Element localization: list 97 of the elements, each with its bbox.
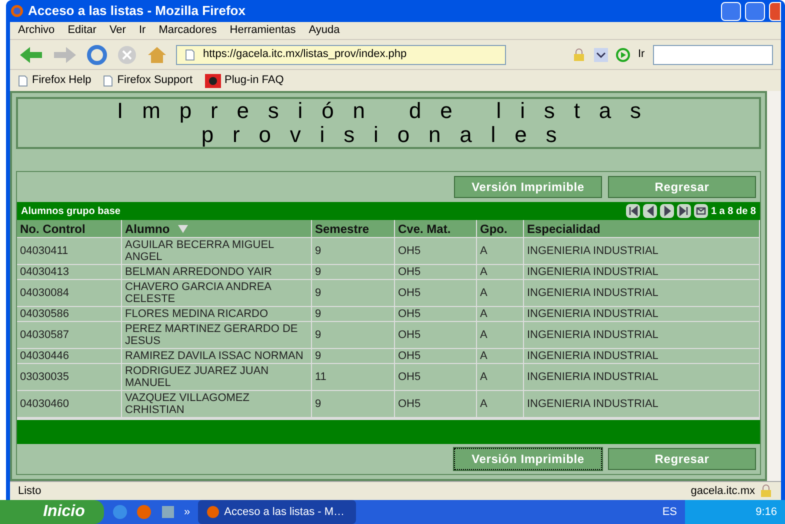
- table-cell: 9: [312, 349, 395, 363]
- table-cell: 9: [312, 265, 395, 279]
- status-host: gacela.itc.mx: [690, 484, 755, 499]
- dropdown-icon[interactable]: [594, 48, 608, 62]
- go-label[interactable]: Ir: [638, 46, 645, 63]
- column-header[interactable]: Especialidad: [524, 220, 760, 237]
- envelope-icon[interactable]: [694, 204, 708, 218]
- address-field[interactable]: https://gacela.itc.mx/listas_prov/index.php: [176, 44, 506, 64]
- table-cell: INGENIERIA INDUSTRIAL: [524, 391, 760, 417]
- table-cell: A: [477, 265, 524, 279]
- table-cell: INGENIERIA INDUSTRIAL: [524, 307, 760, 321]
- table-cell: 9: [312, 307, 395, 321]
- start-button[interactable]: Inicio: [0, 500, 104, 524]
- page-icon: [185, 48, 195, 60]
- table-cell: 9: [312, 391, 395, 417]
- table-cell: AGUILAR BECERRA MIGUEL ANGEL: [122, 238, 312, 264]
- more-chevron[interactable]: »: [184, 504, 190, 520]
- table-cell: A: [477, 391, 524, 417]
- table-cell: OH5: [395, 322, 477, 348]
- table-cell: CHAVERO GARCIA ANDREA CELESTE: [122, 280, 312, 306]
- table-cell: A: [477, 280, 524, 306]
- table-cell: A: [477, 349, 524, 363]
- grid-caption: Alumnos grupo base: [21, 204, 122, 218]
- taskbar-task[interactable]: Acceso a las listas - M…: [198, 500, 356, 524]
- table-cell: RAMIREZ DAVILA ISSAC NORMAN: [122, 349, 312, 363]
- lock-icon: [759, 484, 773, 498]
- plugin-icon: [204, 74, 220, 88]
- table-cell: 9: [312, 322, 395, 348]
- clock: 9:16: [756, 504, 777, 520]
- table-cell: 04030084: [17, 280, 122, 306]
- menu-item[interactable]: Herramientas: [230, 22, 296, 39]
- table-cell: INGENIERIA INDUSTRIAL: [524, 364, 760, 390]
- pager-count: 1 a 8 de 8: [710, 204, 756, 218]
- table-cell: OH5: [395, 265, 477, 279]
- window-title: Acceso a las listas - Mozilla Firefox: [28, 2, 246, 20]
- go-icon[interactable]: [616, 48, 630, 62]
- table-cell: INGENIERIA INDUSTRIAL: [524, 238, 760, 264]
- search-field[interactable]: [652, 44, 773, 64]
- table-cell: 9: [312, 238, 395, 264]
- table-cell: FLORES MEDINA RICARDO: [122, 307, 312, 321]
- back-arrow-icon[interactable]: [18, 44, 44, 64]
- menu-item[interactable]: Ir: [138, 22, 146, 39]
- pager-next-icon[interactable]: [660, 204, 674, 218]
- column-header[interactable]: Alumno: [122, 220, 312, 237]
- table-cell: 9: [312, 280, 395, 306]
- column-header[interactable]: Semestre: [312, 220, 395, 237]
- menu-item[interactable]: Editar: [68, 22, 96, 39]
- language-indicator[interactable]: ES: [662, 504, 677, 520]
- quick-launch-icon[interactable]: [160, 504, 176, 520]
- table-cell: OH5: [395, 391, 477, 417]
- table-cell: 04030413: [17, 265, 122, 279]
- table-cell: 03030035: [17, 364, 122, 390]
- menu-item[interactable]: Ayuda: [308, 22, 340, 39]
- table-cell: OH5: [395, 307, 477, 321]
- table-cell: OH5: [395, 280, 477, 306]
- menu-item[interactable]: Marcadores: [158, 22, 217, 39]
- table-cell: A: [477, 322, 524, 348]
- table-cell: A: [477, 238, 524, 264]
- column-header[interactable]: Cve. Mat.: [395, 220, 477, 237]
- table-cell: 04030586: [17, 307, 122, 321]
- scrollbar[interactable]: [767, 91, 781, 481]
- maximize-button[interactable]: [745, 2, 765, 20]
- menu-item[interactable]: Ver: [109, 22, 126, 39]
- pager-prev-icon[interactable]: [642, 204, 657, 218]
- pager-first-icon[interactable]: [626, 204, 640, 218]
- page-icon: [18, 74, 28, 86]
- page-icon: [103, 74, 114, 86]
- table-cell: INGENIERIA INDUSTRIAL: [524, 349, 760, 363]
- table-cell: 11: [312, 364, 395, 390]
- table-cell: PEREZ MARTINEZ GERARDO DE JESUS: [122, 322, 312, 348]
- lock-icon: [572, 48, 586, 62]
- table-cell: OH5: [395, 364, 477, 390]
- pager-last-icon[interactable]: [676, 204, 691, 218]
- menu-item[interactable]: Archivo: [18, 22, 55, 39]
- bookmark-link[interactable]: Firefox Help: [32, 72, 92, 89]
- table-cell: 04030460: [17, 391, 122, 417]
- table-cell: OH5: [395, 238, 477, 264]
- column-header[interactable]: No. Control: [17, 220, 122, 237]
- page-title: Impresión de listas provisionales: [116, 99, 661, 147]
- table-cell: INGENIERIA INDUSTRIAL: [524, 265, 760, 279]
- status-text: Listo: [18, 484, 42, 499]
- table-cell: A: [477, 307, 524, 321]
- minimize-button[interactable]: [721, 2, 741, 20]
- table-cell: 04030411: [17, 238, 122, 264]
- table-cell: INGENIERIA INDUSTRIAL: [524, 280, 760, 306]
- table-cell: INGENIERIA INDUSTRIAL: [524, 322, 760, 348]
- column-header[interactable]: Gpo.: [477, 220, 524, 237]
- table-cell: VAZQUEZ VILLAGOMEZ CRHISTIAN: [122, 391, 312, 417]
- table-cell: OH5: [395, 349, 477, 363]
- close-button[interactable]: [769, 2, 781, 20]
- table-cell: BELMAN ARREDONDO YAIR: [122, 265, 312, 279]
- table-cell: A: [477, 364, 524, 390]
- table-cell: 04030587: [17, 322, 122, 348]
- bookmark-link[interactable]: Plug-in FAQ: [224, 72, 284, 89]
- table-cell: 04030446: [17, 349, 122, 363]
- bookmark-link[interactable]: Firefox Support: [117, 72, 192, 89]
- table-cell: RODRIGUEZ JUAREZ JUAN MANUEL: [122, 364, 312, 390]
